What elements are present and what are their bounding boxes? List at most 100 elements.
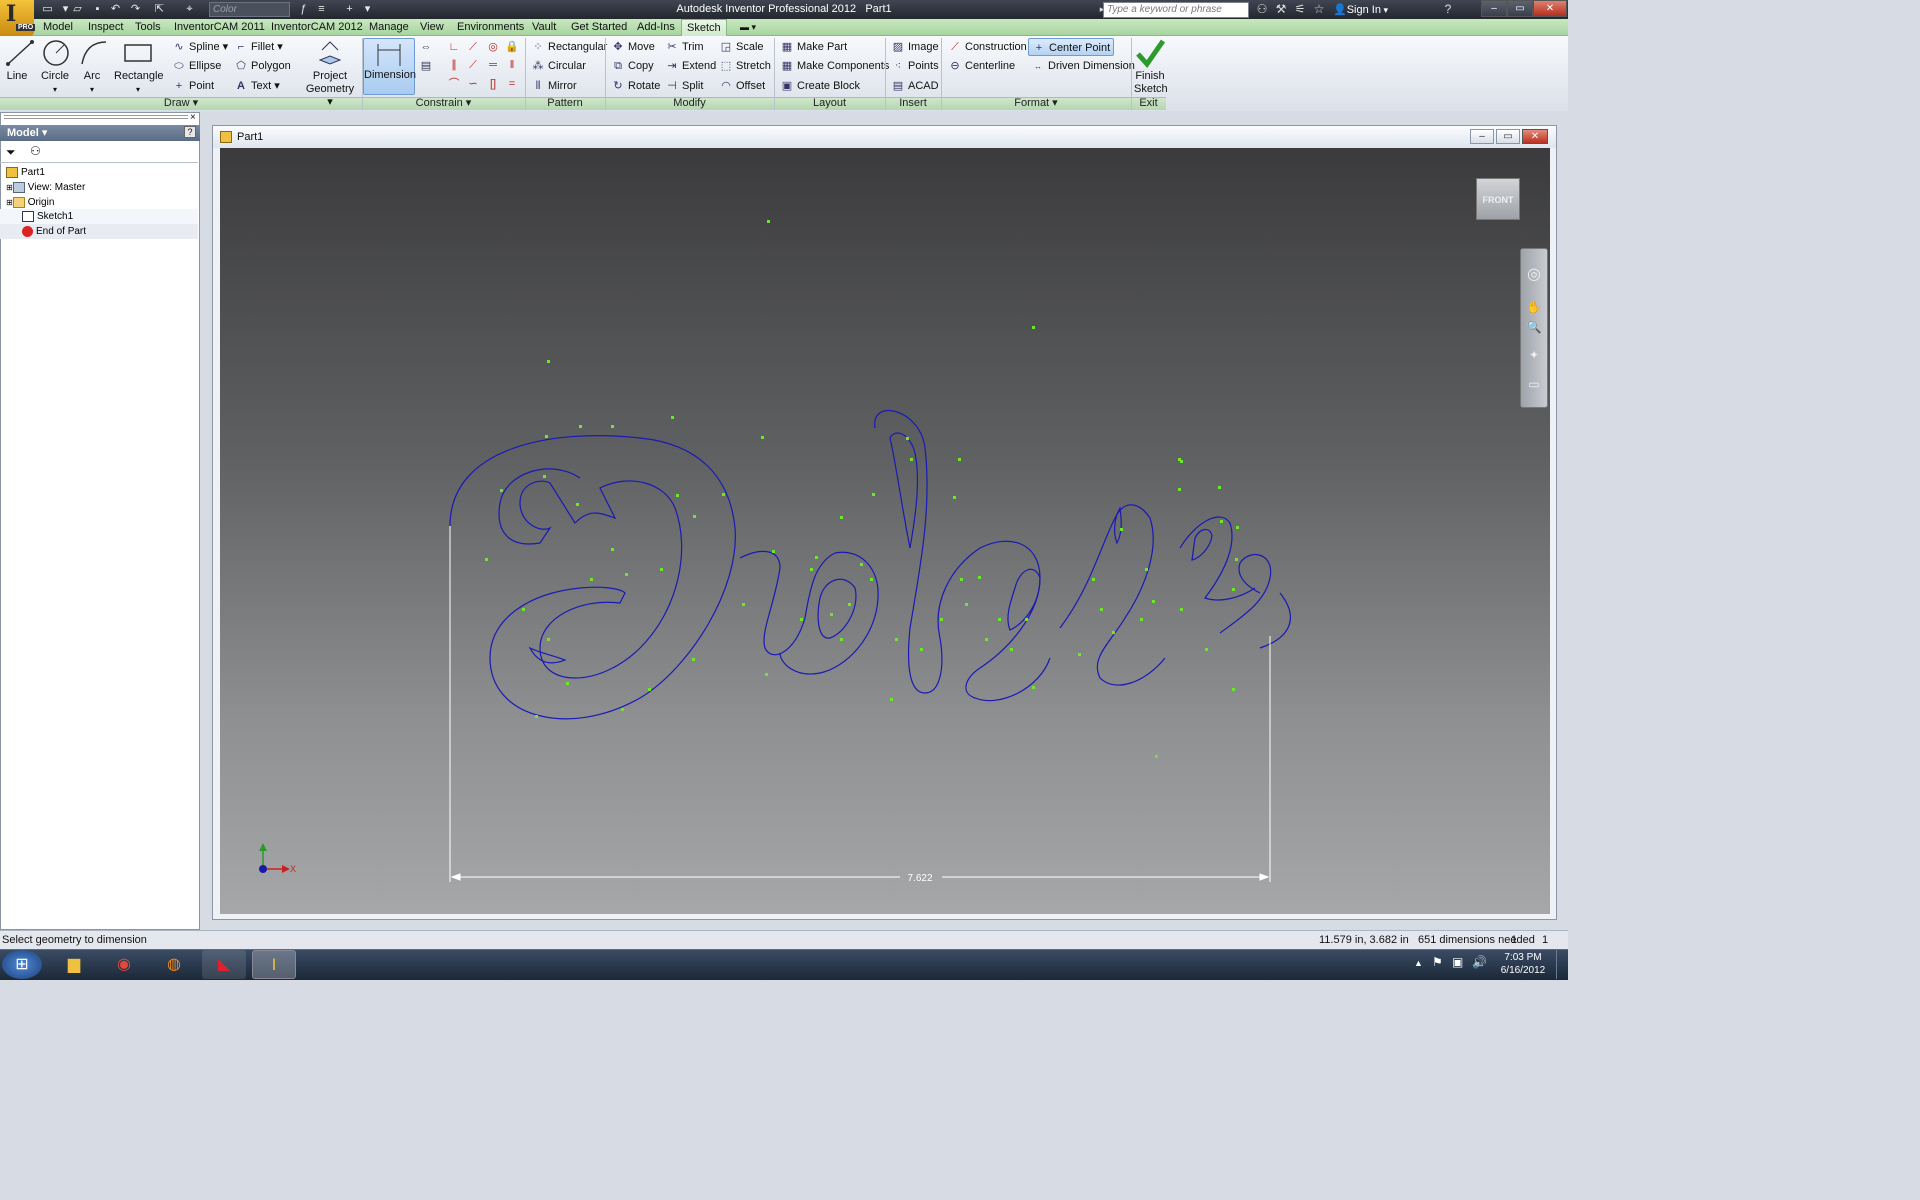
fillet-button[interactable]: ⌐ Fillet ▾: [234, 38, 283, 56]
flag-icon[interactable]: ⚑: [1432, 955, 1443, 969]
tree-item-sketch1[interactable]: Sketch1: [0, 209, 198, 224]
tab-add-ins[interactable]: Add-Ins: [637, 19, 675, 36]
horizontal-icon[interactable]: ═: [485, 58, 501, 73]
split-button[interactable]: ⊣ Split: [665, 77, 703, 95]
tab-environments[interactable]: Environments: [457, 19, 524, 36]
inventor-taskbar-icon[interactable]: Ⅰ: [252, 950, 296, 979]
parallel-icon[interactable]: ∥: [446, 58, 462, 73]
wrench-icon[interactable]: ⚒: [1273, 2, 1289, 17]
ribbon-minimize-icon[interactable]: ▬ ▾: [740, 19, 756, 36]
line-button[interactable]: Line: [4, 38, 34, 83]
mirror-button[interactable]: ⫴ Mirror: [531, 77, 577, 95]
point-button[interactable]: + Point: [172, 77, 214, 95]
tab-manage[interactable]: Manage: [369, 19, 409, 36]
concentric-icon[interactable]: ◎: [485, 40, 501, 55]
insert-points-button[interactable]: ⁖ Points: [891, 57, 939, 75]
auto-dimension-icon[interactable]: ⇔: [418, 40, 434, 55]
doc-restore-button[interactable]: ▭: [1496, 129, 1520, 144]
explorer-icon[interactable]: ▆: [52, 950, 96, 979]
start-button[interactable]: ⊞: [2, 950, 42, 979]
fix-icon[interactable]: 🔒: [504, 40, 520, 55]
rotate-button[interactable]: ↻ Rotate: [611, 77, 660, 95]
finish-sketch-button[interactable]: Finish Sketch: [1134, 38, 1168, 96]
volume-icon[interactable]: 🔊: [1472, 955, 1487, 969]
rectangular-pattern-button[interactable]: ⁘ Rectangular: [531, 38, 607, 56]
smooth-icon[interactable]: ∽: [465, 77, 481, 92]
insert-acad-button[interactable]: ▤ ACAD: [891, 77, 939, 95]
viewcube[interactable]: FRONT: [1476, 178, 1520, 220]
tab-view[interactable]: View: [420, 19, 444, 36]
tree-item-end-of-part[interactable]: End of Part: [0, 224, 198, 239]
circular-pattern-button[interactable]: ⁂ Circular: [531, 57, 586, 75]
network-icon[interactable]: ▣: [1452, 955, 1463, 969]
show-constraints-icon[interactable]: ▤: [418, 59, 434, 74]
move-button[interactable]: ✥ Move: [611, 38, 655, 56]
collinear-icon[interactable]: ⟋: [465, 58, 481, 73]
panel-label-format[interactable]: Format ▾: [941, 97, 1131, 110]
browser-close-icon[interactable]: ×: [190, 112, 196, 123]
circle-button[interactable]: Circle ▾: [40, 38, 70, 96]
tab-sketch[interactable]: Sketch: [681, 19, 727, 36]
stretch-button[interactable]: ⬚ Stretch: [719, 57, 771, 75]
show-desktop-button[interactable]: [1556, 950, 1568, 979]
insert-image-button[interactable]: ▨ Image: [891, 38, 939, 56]
tree-item-part1[interactable]: Part1: [0, 165, 198, 180]
center-point-button[interactable]: + Center Point: [1028, 38, 1115, 56]
polygon-button[interactable]: ⬠ Polygon: [234, 57, 291, 75]
driven-dimension-button[interactable]: ↔ Driven Dimension: [1031, 57, 1135, 75]
make-part-button[interactable]: ▦ Make Part: [780, 38, 847, 56]
system-clock[interactable]: 7:03 PM 6/16/2012: [1493, 951, 1553, 977]
application-menu-button[interactable]: I PRO: [0, 0, 36, 36]
tab-model[interactable]: Model: [43, 19, 73, 36]
tab-get-started[interactable]: Get Started: [571, 19, 627, 36]
create-block-button[interactable]: ▣ Create Block: [780, 77, 860, 95]
binoculars-icon[interactable]: ⚇: [1254, 2, 1270, 17]
firefox-icon[interactable]: ◍: [152, 950, 196, 979]
close-button[interactable]: ✕: [1533, 0, 1567, 17]
doc-minimize-button[interactable]: –: [1470, 129, 1494, 144]
browser-grip[interactable]: [4, 115, 188, 119]
perpendicular-icon[interactable]: ∟: [446, 40, 462, 55]
trim-button[interactable]: ✂ Trim: [665, 38, 703, 56]
make-components-button[interactable]: ▦ Make Components: [780, 57, 890, 75]
zoom-icon[interactable]: 🔍: [1524, 320, 1544, 338]
help-icon[interactable]: ?: [184, 126, 196, 138]
construction-button[interactable]: ⟋ Construction: [948, 38, 1027, 56]
arc-button[interactable]: Arc ▾: [78, 38, 107, 96]
look-at-icon[interactable]: ▭: [1524, 377, 1544, 395]
scale-button[interactable]: ◲ Scale: [719, 38, 764, 56]
doc-close-button[interactable]: ✕: [1522, 129, 1548, 144]
extend-button[interactable]: ⇥ Extend: [665, 57, 716, 75]
steering-wheel-icon[interactable]: ◎: [1524, 264, 1544, 283]
panel-label-constrain[interactable]: Constrain ▾: [362, 97, 525, 110]
help-icon[interactable]: ?: [1440, 2, 1456, 17]
tab-inventorcam-2011[interactable]: InventorCAM 2011: [174, 19, 265, 36]
offset-button[interactable]: ◠ Offset: [719, 77, 765, 95]
tree-item-view-master[interactable]: ⊞ View: Master: [0, 180, 198, 195]
tab-inventorcam-2012[interactable]: InventorCAM 2012: [271, 19, 363, 36]
show-hidden-icons[interactable]: ▲: [1414, 958, 1423, 968]
browser-title[interactable]: Model ▾: [0, 125, 200, 141]
symmetric-icon[interactable]: []: [485, 77, 501, 92]
text-button[interactable]: A Text ▾: [234, 77, 280, 95]
binoculars-icon[interactable]: ⚇: [30, 144, 41, 158]
filter-icon[interactable]: ⏷: [6, 145, 16, 160]
sign-in-link[interactable]: 👤Sign In ▾: [1333, 3, 1388, 16]
maximize-button[interactable]: ▭: [1507, 0, 1533, 17]
minimize-button[interactable]: –: [1481, 0, 1507, 17]
orbit-icon[interactable]: ✦: [1524, 348, 1544, 366]
tangent-icon[interactable]: ⌒: [446, 77, 462, 92]
satellite-icon[interactable]: ⚟: [1292, 2, 1308, 17]
rectangle-button[interactable]: Rectangle ▾: [114, 38, 164, 96]
tree-item-origin[interactable]: ⊞ Origin: [0, 195, 198, 210]
dimension-button[interactable]: Dimension: [363, 38, 416, 95]
tab-inspect[interactable]: Inspect: [88, 19, 123, 36]
graphics-canvas[interactable]: 7.622 X: [220, 148, 1550, 914]
star-icon[interactable]: ☆: [1311, 2, 1327, 17]
ellipse-button[interactable]: ⬭ Ellipse: [172, 57, 221, 75]
tab-tools[interactable]: Tools: [135, 19, 161, 36]
centerline-button[interactable]: ⊖ Centerline: [948, 57, 1015, 75]
autocad-icon[interactable]: ◣: [202, 950, 246, 979]
panel-label-draw[interactable]: Draw ▾: [0, 97, 362, 110]
copy-button[interactable]: ⧉ Copy: [611, 57, 654, 75]
